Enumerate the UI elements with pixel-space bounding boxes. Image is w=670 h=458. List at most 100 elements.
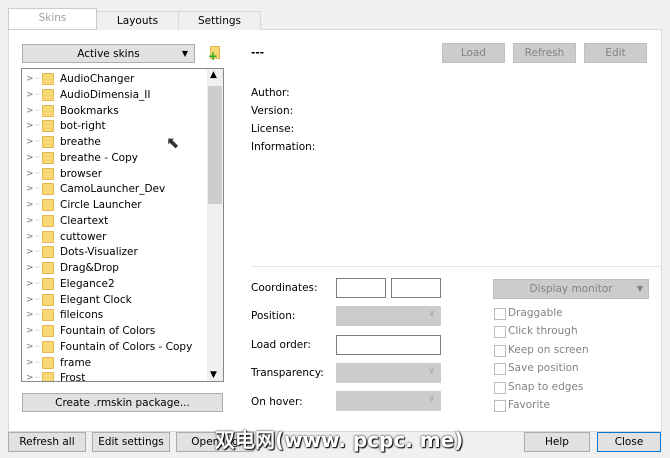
expand-arrow-icon[interactable]: > bbox=[26, 370, 34, 381]
skin-folder-item[interactable]: > ·· Fountain of Colors - Copy bbox=[22, 339, 208, 355]
expand-arrow-icon[interactable]: > bbox=[26, 307, 34, 323]
skin-folder-item[interactable]: > ·· Dots-Visualizer bbox=[22, 244, 208, 260]
dropdown-label: Active skins bbox=[77, 48, 140, 60]
help-button[interactable]: Help bbox=[524, 432, 590, 452]
expand-arrow-icon[interactable]: > bbox=[26, 213, 34, 229]
skin-folder-item[interactable]: > ·· cuttower bbox=[22, 229, 208, 245]
expand-arrow-icon[interactable]: > bbox=[26, 339, 34, 355]
skins-tree[interactable]: ▲ ▼ > ·· AudioChanger > ·· AudioDimensia_II > ··… bbox=[21, 68, 224, 382]
create-rmskin-package-button[interactable]: Create .rmskin package... bbox=[22, 393, 223, 412]
on-hover-select[interactable]: ∨ bbox=[336, 391, 441, 411]
folder-icon bbox=[42, 73, 54, 85]
skin-folder-item[interactable]: > ·· Circle Launcher bbox=[22, 197, 208, 213]
close-button[interactable]: Close bbox=[597, 432, 661, 452]
folder-icon bbox=[42, 325, 54, 337]
checkbox-label: Save position bbox=[508, 362, 579, 375]
tree-line: ·· bbox=[35, 326, 41, 335]
checkbox[interactable] bbox=[494, 308, 506, 320]
y-coordinate-input[interactable] bbox=[391, 278, 441, 298]
position-select[interactable]: ∨ bbox=[336, 306, 441, 326]
checkbox[interactable] bbox=[494, 326, 506, 339]
tab-settings[interactable]: Settings bbox=[178, 11, 261, 30]
expand-arrow-icon[interactable]: > bbox=[26, 181, 34, 197]
folder-icon bbox=[42, 183, 54, 196]
skin-folder-name: fileicons bbox=[60, 309, 104, 322]
display-monitor-button[interactable]: Display monitor ▼ bbox=[493, 279, 649, 299]
expand-arrow-icon[interactable]: > bbox=[26, 166, 34, 182]
folder-icon bbox=[42, 199, 54, 211]
skin-folder-item[interactable]: > ·· browser bbox=[22, 166, 208, 182]
skin-folder-item[interactable]: > ·· Bookmarks bbox=[22, 103, 208, 119]
expand-arrow-icon[interactable]: > bbox=[26, 71, 34, 87]
checkbox[interactable] bbox=[494, 400, 506, 412]
skin-folder-item[interactable]: > ·· frame bbox=[22, 355, 208, 371]
skin-folder-item[interactable]: > ·· AudioDimensia_II bbox=[22, 87, 208, 103]
scrollbar-thumb[interactable] bbox=[208, 86, 222, 204]
transparency-select[interactable]: ∨ bbox=[336, 363, 441, 383]
skin-folder-item[interactable]: > ·· Cleartext bbox=[22, 213, 208, 229]
x-coordinate-input[interactable] bbox=[336, 278, 386, 298]
expand-arrow-icon[interactable]: > bbox=[26, 197, 34, 213]
tree-line: ·· bbox=[35, 373, 41, 382]
expand-arrow-icon[interactable]: > bbox=[26, 229, 34, 245]
skin-folder-item[interactable]: > ·· fileicons bbox=[22, 307, 208, 323]
skin-folder-item[interactable]: > ·· breathe - Copy bbox=[22, 150, 208, 166]
skin-folder-item[interactable]: > ·· Elegance2 bbox=[22, 276, 208, 292]
expand-arrow-icon[interactable]: > bbox=[26, 276, 34, 292]
scroll-down-icon[interactable]: ▼ bbox=[210, 370, 217, 380]
skin-folder-name: Circle Launcher bbox=[60, 199, 142, 211]
expand-arrow-icon[interactable]: > bbox=[26, 323, 34, 339]
divider bbox=[251, 266, 661, 267]
expand-arrow-icon[interactable]: > bbox=[26, 87, 34, 103]
skins-filter-dropdown[interactable]: Active skins ▼ bbox=[22, 44, 195, 63]
tree-line: ·· bbox=[35, 263, 41, 272]
tree-line: ·· bbox=[35, 200, 41, 209]
transparency-label: Transparency: bbox=[251, 367, 324, 379]
load-button[interactable]: Load bbox=[442, 43, 505, 63]
skin-folder-name: cuttower bbox=[60, 230, 107, 243]
load-order-input[interactable] bbox=[336, 335, 441, 355]
checkbox-label: Click through bbox=[508, 325, 578, 338]
skin-folder-item[interactable]: > ·· Fountain of Colors bbox=[22, 323, 208, 339]
refresh-button[interactable]: Refresh bbox=[513, 43, 576, 63]
skin-folder-item[interactable]: > ·· bot-right bbox=[22, 118, 208, 134]
skin-title: --- bbox=[251, 47, 265, 59]
expand-arrow-icon[interactable]: > bbox=[26, 260, 34, 276]
chevron-down-icon: ∨ bbox=[428, 309, 435, 319]
expand-arrow-icon[interactable]: > bbox=[26, 355, 34, 371]
version-label: Version: bbox=[251, 105, 294, 117]
tree-line: ·· bbox=[35, 247, 41, 257]
skin-folder-item[interactable]: > ·· breathe bbox=[22, 134, 208, 150]
skin-folder-item[interactable]: > ·· Frost bbox=[22, 370, 208, 382]
tab-layouts[interactable]: Layouts bbox=[96, 11, 179, 30]
expand-arrow-icon[interactable]: > bbox=[26, 118, 34, 134]
mouse-cursor-icon: ⬉ bbox=[166, 133, 180, 152]
refresh-all-button[interactable]: Refresh all bbox=[8, 432, 86, 452]
add-skin-icon[interactable]: + bbox=[208, 46, 220, 62]
skin-folder-name: Elegant Clock bbox=[60, 293, 132, 306]
skin-folder-name: Bookmarks bbox=[60, 104, 119, 117]
tree-line: ·· bbox=[35, 105, 41, 115]
expand-arrow-icon[interactable]: > bbox=[26, 150, 34, 166]
scroll-up-icon[interactable]: ▲ bbox=[210, 70, 217, 80]
folder-icon bbox=[42, 214, 54, 227]
tab-skins[interactable]: Skins bbox=[8, 8, 97, 30]
skin-folder-item[interactable]: > ·· Drag&Drop bbox=[22, 260, 208, 276]
edit-button[interactable]: Edit bbox=[584, 43, 647, 63]
skin-folder-item[interactable]: > ·· AudioChanger bbox=[22, 71, 208, 87]
skin-folder-name: AudioDimensia_II bbox=[60, 88, 151, 101]
expand-arrow-icon[interactable]: > bbox=[26, 244, 34, 260]
tree-line: ·· bbox=[35, 137, 41, 146]
skin-folder-item[interactable]: > ·· Elegant Clock bbox=[22, 292, 208, 308]
edit-settings-button[interactable]: Edit settings bbox=[92, 432, 170, 452]
skin-folder-item[interactable]: > ·· CamoLauncher_Dev bbox=[22, 181, 208, 197]
expand-arrow-icon[interactable]: > bbox=[26, 134, 34, 150]
skin-folder-name: Elegance2 bbox=[60, 277, 115, 290]
expand-arrow-icon[interactable]: > bbox=[26, 103, 34, 119]
scrollbar[interactable]: ▲ ▼ bbox=[207, 69, 223, 381]
checkbox[interactable] bbox=[494, 363, 506, 376]
checkbox[interactable] bbox=[494, 381, 506, 394]
checkbox[interactable] bbox=[494, 344, 506, 357]
skin-folder-name: Fountain of Colors - Copy bbox=[60, 340, 193, 353]
expand-arrow-icon[interactable]: > bbox=[26, 292, 34, 308]
